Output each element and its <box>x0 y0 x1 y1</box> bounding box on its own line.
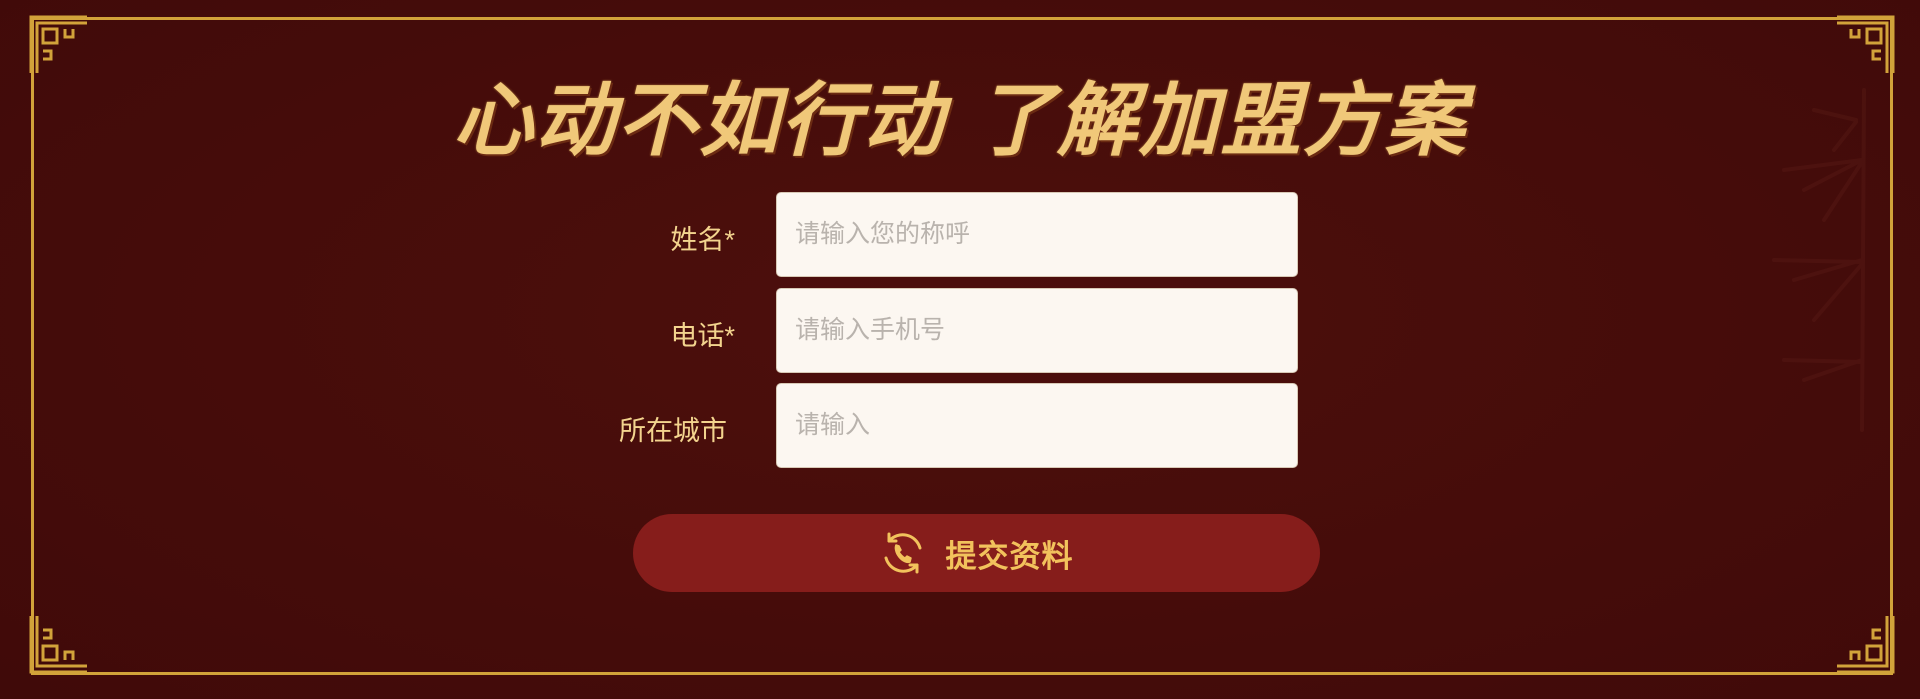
submit-button[interactable]: 提交资料 <box>633 514 1320 592</box>
page-title: 心动不如行动 了解加盟方案 <box>453 73 1467 167</box>
form-row-name: 姓名* <box>0 192 1920 277</box>
form-row-city: 所在城市 <box>0 383 1920 468</box>
city-input[interactable] <box>776 383 1298 468</box>
phone-refresh-icon <box>880 530 926 576</box>
submit-label: 提交资料 <box>945 538 1074 574</box>
form-row-phone: 电话* <box>0 288 1920 373</box>
phone-input[interactable] <box>776 288 1298 373</box>
page: 心动不如行动 了解加盟方案 姓名* 电话* 所在城市 提交资料 <box>0 0 1920 699</box>
name-label: 姓名* <box>670 225 735 255</box>
name-input[interactable] <box>776 192 1298 277</box>
fret-corner-icon <box>27 612 91 676</box>
fret-corner-icon <box>1833 612 1897 676</box>
city-label: 所在城市 <box>619 416 727 446</box>
phone-label: 电话* <box>670 321 735 351</box>
